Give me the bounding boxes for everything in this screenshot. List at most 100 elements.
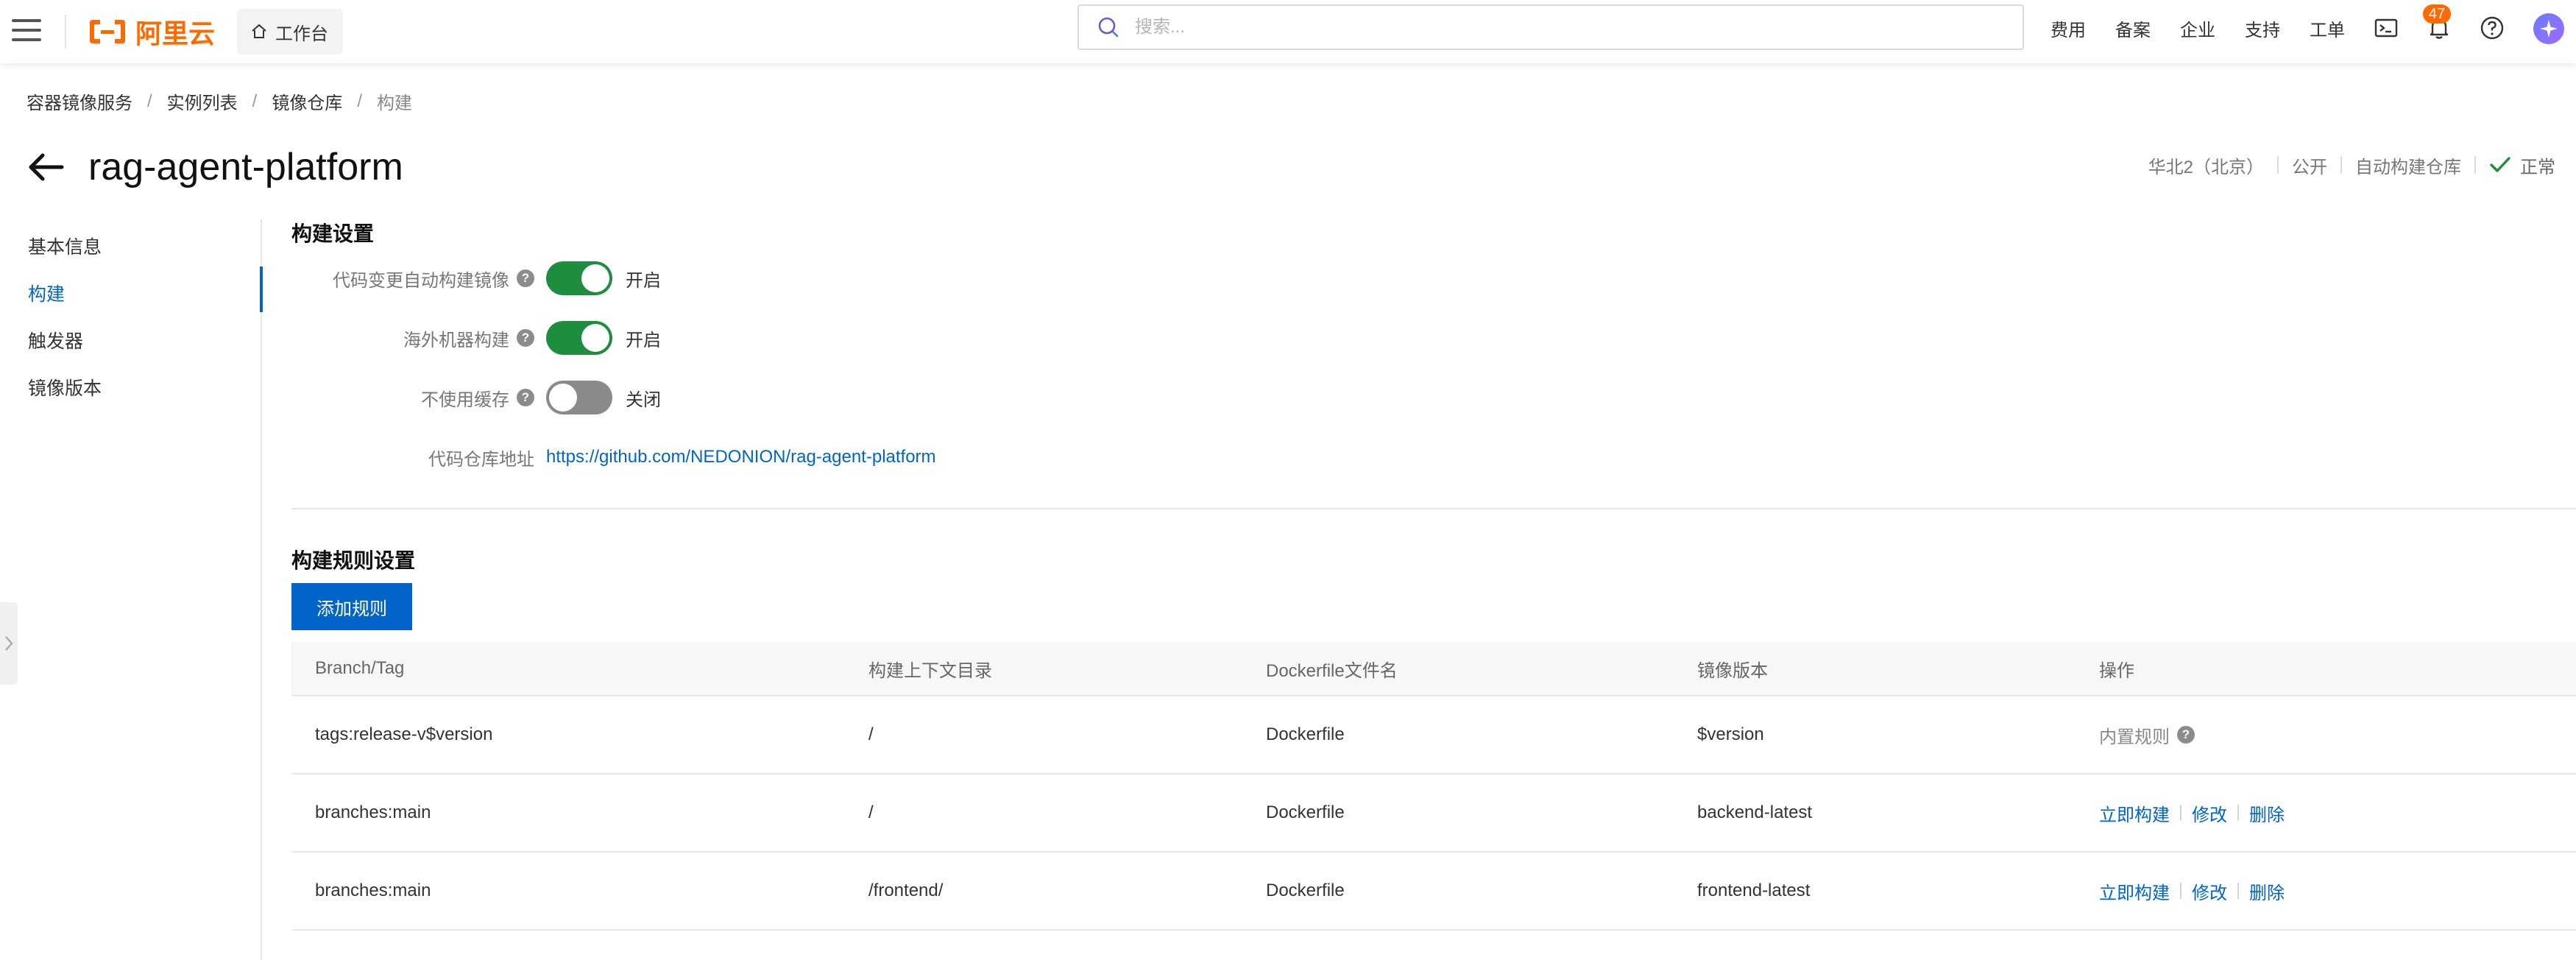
setting-row-repo-url: 代码仓库地址 https://github.com/NEDONION/rag-a… [291,439,1175,476]
add-rule-button[interactable]: 添加规则 [291,583,412,630]
section-divider [291,508,2576,509]
divider [2340,156,2342,174]
table-row: tags:release-v$version / Dockerfile $ver… [291,696,2576,774]
help-circle-icon[interactable] [2477,13,2507,43]
build-rules-table: Branch/Tag 构建上下文目录 Dockerfile文件名 镜像版本 操作… [291,642,2576,931]
sidebar-item-triggers[interactable]: 触发器 [28,327,83,353]
setting-label-text: 不使用缓存 [421,389,509,410]
back-arrow-icon[interactable] [25,151,66,183]
nav-fees[interactable]: 费用 [2050,15,2086,41]
table-row: branches:main /frontend/ Dockerfile fron… [291,853,2576,931]
help-icon[interactable]: ? [517,389,534,406]
table-header: Branch/Tag 构建上下文目录 Dockerfile文件名 镜像版本 操作 [291,642,2576,696]
repo-type: 自动构建仓库 [2355,157,2461,177]
repo-url-link[interactable]: https://github.com/NEDONION/rag-agent-pl… [546,447,936,467]
edit-link[interactable]: 修改 [2192,800,2227,826]
top-bar: 阿里云 工作台 费用 备案 企业 支持 工单 47 [0,0,2576,63]
title-row: rag-agent-platform [25,140,403,194]
help-icon[interactable]: ? [517,329,534,347]
toggle-state-text: 开启 [626,270,661,291]
delete-link[interactable]: 删除 [2249,800,2285,826]
nav-enterprise[interactable]: 企业 [2180,15,2215,41]
help-icon[interactable]: ? [2177,726,2195,744]
workbench-label: 工作台 [275,24,328,44]
divider [2237,883,2239,899]
overseas-build-toggle[interactable] [546,321,612,355]
cell-dockerfile: Dockerfile [1266,724,1345,744]
breadcrumb-separator: / [357,91,363,111]
workbench-button[interactable]: 工作台 [237,9,343,54]
cell-dockerfile: Dockerfile [1266,880,1345,900]
aliyun-logo-icon [87,17,128,46]
edit-link[interactable]: 修改 [2192,878,2227,904]
sidebar-collapse-handle[interactable] [0,602,18,685]
column-header-branch: Branch/Tag [315,658,405,678]
avatar[interactable] [2533,13,2564,44]
aliyun-logo[interactable]: 阿里云 [87,12,215,52]
cell-branch: branches:main [315,880,431,900]
build-now-link[interactable]: 立即构建 [2099,800,2170,826]
column-header-version: 镜像版本 [1697,660,1768,681]
nav-filing[interactable]: 备案 [2115,15,2151,41]
column-header-dockerfile: Dockerfile文件名 [1266,660,1398,681]
cell-context: /frontend/ [868,880,944,900]
setting-label: 海外机器构建 ? [291,325,546,351]
menu-icon[interactable] [12,14,44,46]
setting-label-text: 代码变更自动构建镜像 [333,270,509,291]
side-nav: 基本信息 构建 触发器 镜像版本 [0,219,263,960]
search-icon [1098,17,1119,38]
help-icon[interactable]: ? [517,269,534,287]
search-box[interactable] [1078,4,2024,50]
no-cache-toggle[interactable] [546,381,612,414]
build-settings-title: 构建设置 [291,222,375,245]
logo-text: 阿里云 [135,18,216,49]
divider [2277,156,2279,174]
status-badge: 正常 [2489,152,2555,178]
divider [2237,805,2239,821]
cell-version: backend-latest [1697,802,1813,822]
nav-support[interactable]: 支持 [2245,15,2280,41]
divider [2180,883,2182,899]
toggle-state-text: 开启 [626,330,661,350]
notification-badge: 47 [2423,4,2451,24]
cell-context: / [868,724,874,744]
breadcrumb: 容器镜像服务 / 实例列表 / 镜像仓库 / 构建 [26,88,412,114]
sidebar-item-build[interactable]: 构建 [28,280,65,306]
table-row: branches:main / Dockerfile backend-lates… [291,774,2576,853]
cell-branch: tags:release-v$version [315,724,493,744]
search-input[interactable] [1135,17,1945,38]
build-rules-title: 构建规则设置 [291,549,416,572]
toggle-state-text: 关闭 [626,389,661,410]
sidebar-item-image-versions[interactable]: 镜像版本 [28,374,102,400]
sidebar-active-indicator [260,267,263,312]
breadcrumb-current: 构建 [377,93,413,113]
divider [2474,156,2476,174]
cell-context: / [868,802,874,822]
breadcrumb-image-repo[interactable]: 镜像仓库 [272,88,342,114]
auto-build-toggle[interactable] [546,261,612,295]
terminal-icon[interactable] [2371,13,2401,43]
setting-row-no-cache: 不使用缓存 ? 关闭 [291,379,1175,416]
delete-link[interactable]: 删除 [2249,878,2285,904]
cell-version: frontend-latest [1697,880,1811,900]
nav-tickets[interactable]: 工单 [2310,15,2345,41]
top-nav: 费用 备案 企业 支持 工单 [2050,0,2374,56]
cell-actions: 立即构建 修改 删除 [2099,878,2285,904]
setting-label: 不使用缓存 ? [291,385,546,411]
sidebar-item-basic-info[interactable]: 基本信息 [28,233,102,259]
status-text: 正常 [2520,157,2555,177]
column-header-context: 构建上下文目录 [868,660,992,681]
chevron-right-icon [5,636,13,651]
breadcrumb-separator: / [147,91,152,111]
cell-version: $version [1697,724,1764,744]
cell-actions: 内置规则 ? [2099,722,2195,748]
build-now-link[interactable]: 立即构建 [2099,878,2170,904]
setting-label-text: 代码仓库地址 [428,449,534,470]
setting-label-text: 海外机器构建 [403,330,509,350]
setting-label: 代码仓库地址 [291,445,546,470]
column-header-actions: 操作 [2099,660,2134,681]
breadcrumb-container-registry[interactable]: 容器镜像服务 [26,88,132,114]
breadcrumb-instance-list[interactable]: 实例列表 [167,88,238,114]
divider [65,15,66,49]
check-icon [2490,157,2510,172]
